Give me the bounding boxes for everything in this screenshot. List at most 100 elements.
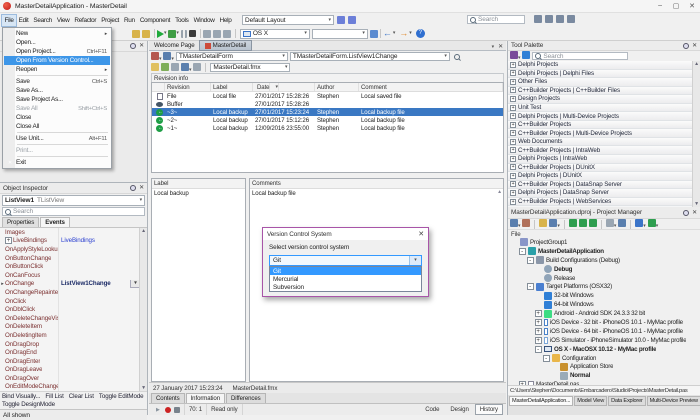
chat-icon[interactable] [556, 15, 564, 23]
method-selector-combo[interactable]: TMasterDetailForm.ListView1Change ▾ [290, 52, 450, 61]
tree-item[interactable]: + iOS Simulator - iPhoneSimulator 10.0 -… [508, 336, 700, 345]
menu-item[interactable]: Close [4, 113, 110, 122]
pm-remove-icon[interactable] [522, 219, 530, 227]
macro-record-icon[interactable] [165, 407, 171, 413]
palette-category[interactable]: + C++Builder Projects [508, 121, 700, 130]
menu-item[interactable]: Open Project... Ctrl+F11 [4, 47, 110, 56]
palette-category[interactable]: + Delphi Projects | DataSnap Server [508, 189, 700, 198]
tree-item[interactable]: Release [508, 274, 700, 283]
event-row[interactable]: OnButtonChange [0, 254, 147, 263]
layout-combo[interactable]: Default Layout ▾ [242, 15, 334, 25]
expand-icon[interactable]: + [510, 190, 516, 196]
dock-tab[interactable]: Multi-Device Preview [647, 396, 700, 406]
expand-icon[interactable]: - [535, 346, 542, 353]
menu-item[interactable]: Reopen ▸ [4, 65, 110, 74]
event-value[interactable]: ListView1Change [61, 280, 111, 287]
quick-action-link[interactable]: Toggle DesignMode [2, 401, 55, 408]
close-icon[interactable]: ✕ [692, 43, 697, 49]
calendar-icon[interactable] [545, 15, 553, 23]
expand-icon[interactable]: + [510, 105, 516, 111]
chevron-down-icon[interactable]: ▾ [159, 56, 161, 62]
expand-icon[interactable]: + [510, 139, 516, 145]
menu[interactable]: File [2, 15, 16, 26]
event-row[interactable]: OnDragLeave [0, 366, 147, 375]
forward-icon[interactable] [399, 29, 409, 39]
editor-tab[interactable]: MasterDetail [200, 41, 252, 50]
revision-row[interactable]: File Local file 27/01/2017 15:28:26 Step… [152, 92, 503, 100]
menu-item[interactable]: Open... [4, 38, 110, 47]
palette-category[interactable]: + Other Files [508, 78, 700, 87]
expand-icon[interactable]: + [510, 70, 516, 76]
macro-stop-icon[interactable] [174, 407, 180, 413]
mail-icon[interactable] [534, 15, 542, 23]
tree-item[interactable]: - OS X - MacOSX 10.12 - MyMac profile [508, 345, 700, 354]
expand-icon[interactable]: + [535, 319, 542, 326]
event-row[interactable]: OnButtonClick [0, 262, 147, 271]
vcs-option[interactable]: Subversion [270, 283, 421, 291]
pin-icon[interactable] [683, 210, 689, 216]
manage-platforms-icon[interactable] [370, 30, 378, 38]
view-button[interactable]: History [475, 404, 503, 415]
palette-category[interactable]: + C++Builder Projects | DataSnap Server [508, 181, 700, 190]
comments-panel-header[interactable]: Comments [250, 179, 503, 189]
trace-into-icon[interactable] [203, 30, 211, 38]
menu-item[interactable]: Save Ctrl+S [4, 77, 110, 86]
checkin-icon[interactable] [151, 63, 159, 71]
quick-action-link[interactable]: Toggle EditMode [99, 393, 144, 400]
chevron-down-icon[interactable]: ▾ [557, 223, 559, 229]
revision-row[interactable]: ~3~ Local backup 27/01/2017 15:23:24 Ste… [152, 108, 503, 116]
tree-item[interactable]: Normal [508, 371, 700, 380]
quick-action-link[interactable]: Clear List [69, 393, 94, 400]
expand-icon[interactable]: + [510, 113, 516, 119]
expand-icon[interactable]: + [510, 130, 516, 136]
scrollbar[interactable]: ▲ ▼ [692, 61, 700, 207]
history-view-tab[interactable]: Contents [151, 393, 185, 403]
inspector-tab[interactable]: Properties [2, 217, 39, 227]
menu-item[interactable]: Print... [4, 146, 110, 155]
vcs-option[interactable]: Git [270, 267, 421, 275]
stop-icon[interactable] [189, 30, 196, 37]
palette-category[interactable]: + Delphi Projects | DUnitX [508, 172, 700, 181]
chevron-down-icon[interactable]: ▾ [164, 31, 166, 36]
step-over-icon[interactable] [213, 30, 221, 38]
compare-icon[interactable] [181, 63, 189, 71]
scroll-up-icon[interactable]: ▲ [141, 228, 146, 234]
menu-item[interactable]: Save All Shift+Ctrl+S [4, 104, 110, 113]
chevron-down-icon[interactable]: ▾ [518, 223, 520, 229]
palette-category[interactable]: + Delphi Projects | Multi-Device Project… [508, 112, 700, 121]
tree-item[interactable]: ProjectGroup1 [508, 238, 700, 247]
pm-sync-all-icon[interactable] [589, 219, 597, 227]
palette-category[interactable]: + C++Builder Projects | DUnitX [508, 164, 700, 173]
menu[interactable]: Run [121, 15, 137, 26]
palette-category[interactable]: + Delphi Projects [508, 61, 700, 70]
event-row[interactable]: OnChangeRepainted [0, 288, 147, 297]
expand-icon[interactable]: - [519, 248, 526, 255]
menu-item[interactable]: Save As... [4, 86, 110, 95]
object-selector-combo[interactable]: ListView1 TListView ▾ [2, 195, 145, 206]
expand-icon[interactable]: + [510, 164, 516, 170]
expand-icon[interactable]: + [510, 62, 516, 68]
module-icon[interactable] [151, 52, 159, 60]
menu-item[interactable]: Use Unit... Alt+F11 [4, 134, 110, 143]
help-icon[interactable] [416, 29, 425, 38]
event-row[interactable]: OnCanFocus [0, 271, 147, 280]
tab-list-icon[interactable]: ▾ [492, 45, 494, 50]
menu-item[interactable]: Open From Version Control... [4, 56, 110, 65]
palette-category[interactable]: + C++Builder Projects | C++Builder Files [508, 87, 700, 96]
dock-tab[interactable]: Model View [574, 396, 607, 406]
menu[interactable]: Project [99, 15, 122, 26]
columns-icon[interactable] [193, 63, 201, 71]
expand-icon[interactable]: + [510, 147, 516, 153]
column-header[interactable]: Comment [359, 83, 503, 91]
close-button[interactable]: ✕ [684, 2, 700, 10]
event-row[interactable]: OnDeleteItem [0, 323, 147, 332]
palette-search-box[interactable]: Search [532, 52, 628, 60]
event-row[interactable]: OnApplyStyleLookup [0, 245, 147, 254]
expand-icon[interactable]: + [510, 79, 516, 85]
event-value[interactable]: LiveBindings [61, 237, 95, 244]
vcs-option[interactable]: Mercurial [270, 275, 421, 283]
event-row[interactable]: +LiveBindings LiveBindings [0, 237, 147, 246]
pm-sort-icon[interactable] [606, 219, 614, 227]
event-row[interactable]: OnEditModeChange [0, 383, 147, 392]
pm-folders-icon[interactable] [539, 219, 547, 227]
